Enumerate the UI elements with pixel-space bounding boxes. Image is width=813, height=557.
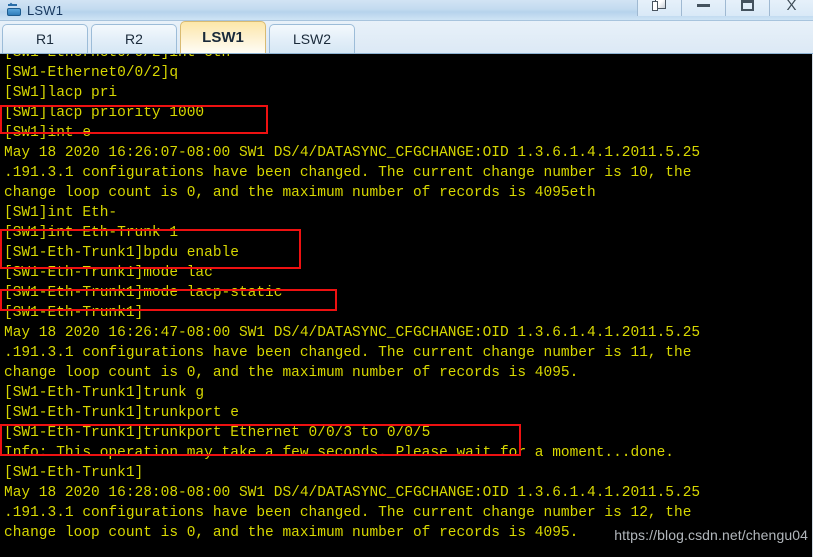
maximize-icon — [741, 0, 754, 11]
console-line: .191.3.1 configurations have been change… — [4, 505, 692, 521]
console-line: [SW1-Eth-Trunk1]trunkport e — [4, 405, 239, 421]
console-line: [SW1]lacp pri — [4, 85, 118, 101]
minimize-button[interactable] — [681, 0, 725, 16]
console-line: [SW1-Eth-Trunk1] — [4, 465, 144, 481]
close-icon: X — [786, 0, 797, 14]
console-line: May 18 2020 16:26:47-08:00 SW1 DS/4/DATA… — [4, 325, 701, 341]
title-bar: LSW1 X — [0, 0, 813, 21]
tab-lsw1[interactable]: LSW1 — [180, 21, 266, 53]
title-bar-left: LSW1 — [6, 0, 63, 21]
maximize-button[interactable] — [725, 0, 769, 16]
console-line: [SW1]int e — [4, 125, 92, 141]
console-line: change loop count is 0, and the maximum … — [4, 185, 596, 201]
console-output: [SW1-Ethernet0/0/2]int eth [SW1-Ethernet0… — [4, 54, 810, 543]
tab-r2[interactable]: R2 — [91, 24, 177, 53]
console-line: [SW1-Eth-Trunk1] — [4, 305, 144, 321]
console-line: [SW1]int Eth- — [4, 205, 118, 221]
tab-lsw2[interactable]: LSW2 — [269, 24, 355, 53]
window-title: LSW1 — [27, 3, 64, 18]
tab-lsw2-label: LSW2 — [292, 31, 332, 47]
console-line: [SW1-Ethernet0/0/2]q — [4, 65, 179, 81]
emulator-window: LSW1 X R1 R2 LSW1 LSW2 [SW1-Ethernet0/0/… — [0, 0, 813, 557]
console-line: [SW1]int Eth-Trunk 1 — [4, 225, 179, 241]
console-line: [SW1-Eth-Trunk1]bpdu enable — [4, 245, 239, 261]
console-line: [SW1]lacp priority 1000 — [4, 105, 205, 121]
window-controls: X — [637, 0, 813, 16]
console-line: May 18 2020 16:26:07-08:00 SW1 DS/4/DATA… — [4, 145, 701, 161]
console-line: [SW1-Eth-Trunk1]mode lacp-static — [4, 285, 283, 301]
console-line: [SW1-Ethernet0/0/2]int eth — [4, 54, 810, 63]
tab-r1[interactable]: R1 — [2, 24, 88, 53]
switch-icon — [6, 2, 22, 18]
restore-button[interactable] — [637, 0, 681, 16]
device-tab-bar: R1 R2 LSW1 LSW2 — [0, 21, 813, 54]
cli-console[interactable]: [SW1-Ethernet0/0/2]int eth [SW1-Ethernet0… — [0, 54, 813, 557]
watermark: https://blog.csdn.net/chengu04 — [614, 527, 808, 543]
console-line: [SW1-Eth-Trunk1]mode lac — [4, 265, 213, 281]
tab-lsw1-label: LSW1 — [202, 29, 244, 46]
console-line: .191.3.1 configurations have been change… — [4, 345, 692, 361]
tab-r1-label: R1 — [36, 31, 54, 47]
tab-r2-label: R2 — [125, 31, 143, 47]
restore-icon — [651, 0, 668, 12]
minimize-icon — [697, 3, 710, 7]
console-line: Info: This operation may take a few seco… — [4, 445, 675, 461]
console-line: [SW1-Eth-Trunk1]trunkport Ethernet 0/0/3… — [4, 425, 431, 441]
close-button[interactable]: X — [769, 0, 813, 16]
console-line: [SW1-Eth-Trunk1]trunk g — [4, 385, 205, 401]
console-line: .191.3.1 configurations have been change… — [4, 165, 692, 181]
console-line: change loop count is 0, and the maximum … — [4, 365, 579, 381]
console-line: May 18 2020 16:28:08-08:00 SW1 DS/4/DATA… — [4, 485, 701, 501]
